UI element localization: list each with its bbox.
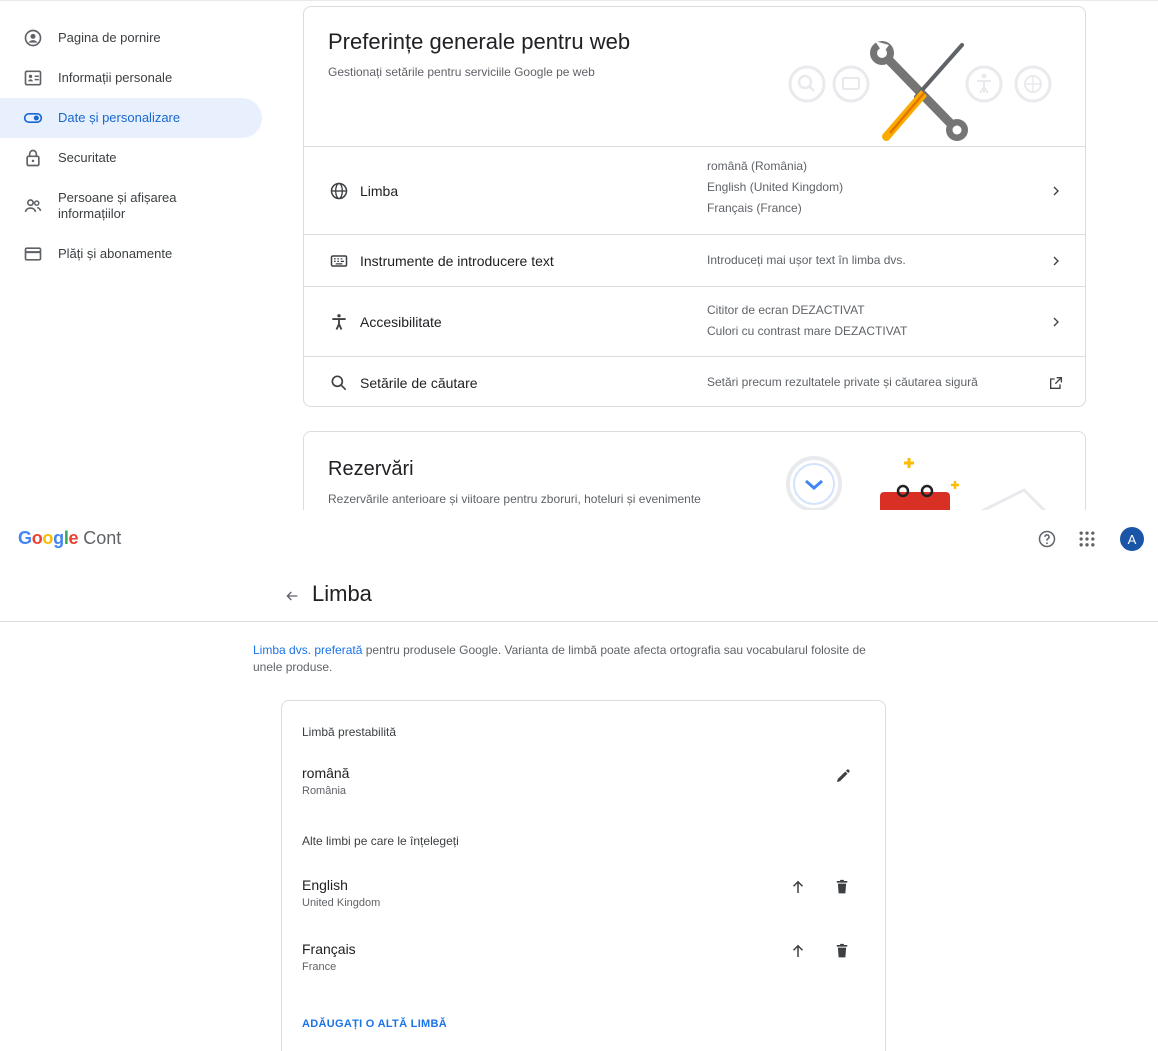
move-up-arrow-icon[interactable] xyxy=(787,876,809,898)
open-external-icon[interactable] xyxy=(1047,374,1065,392)
top-edge-line xyxy=(0,0,1158,1)
move-up-arrow-icon[interactable] xyxy=(787,940,809,962)
avatar[interactable]: A xyxy=(1120,527,1144,551)
intro-text: Limba dvs. preferată pentru produsele Go… xyxy=(253,642,873,676)
web-preferences-card: Preferințe generale pentru web Gestionaț… xyxy=(303,6,1086,407)
header-divider xyxy=(0,621,1158,622)
accessibility-row[interactable]: Accesibilitate Cititor de ecran DEZACTIV… xyxy=(304,286,1085,356)
default-language-heading: Limbă prestabilită xyxy=(302,725,397,739)
sidebar-item-label: Plăți și abonamente xyxy=(58,246,173,261)
language-card: Limbă prestabilită română România Alte l… xyxy=(281,700,886,1051)
tools-illustration xyxy=(788,41,1052,141)
credit-card-icon xyxy=(22,243,44,265)
other-languages-heading: Alte limbi pe care le înțelegeți xyxy=(302,834,459,848)
other-language-name: English xyxy=(302,877,348,893)
search-icon xyxy=(328,372,350,394)
sidebar-item-label: Pagina de pornire xyxy=(58,30,161,45)
sidebar-item-people-sharing[interactable]: Persoane și afișarea informațiilor xyxy=(0,178,262,234)
sidebar-item-data-personalization[interactable]: Date și personalizare xyxy=(0,98,262,138)
card-subtitle: Rezervările anterioare și viitoare pentr… xyxy=(328,492,701,506)
default-language-name: română xyxy=(302,765,350,781)
id-card-icon xyxy=(22,67,44,89)
language-value-3: Français (France) xyxy=(707,201,802,215)
preferred-language-link[interactable]: Limba dvs. preferată xyxy=(253,643,362,657)
reservations-card[interactable]: Rezervări Rezervările anterioare și viit… xyxy=(303,431,1086,510)
language-row[interactable]: Limba română (România) English (United K… xyxy=(304,146,1085,234)
delete-trash-icon[interactable] xyxy=(831,876,853,898)
add-language-button[interactable]: ADĂUGAȚI O ALTĂ LIMBĂ xyxy=(302,1018,447,1030)
home-icon xyxy=(22,27,44,49)
logo-letter: g xyxy=(53,528,64,548)
sidebar-item-label: Securitate xyxy=(58,150,117,165)
sidebar-item-security[interactable]: Securitate xyxy=(0,138,262,178)
language-value-1: română (România) xyxy=(707,159,808,173)
toggle-icon xyxy=(22,107,44,129)
row-value: română (România) English (United Kingdom… xyxy=(707,156,843,219)
high-contrast-value: Culori cu contrast mare DEZACTIVAT xyxy=(707,324,908,338)
reservations-illustration xyxy=(786,456,1047,510)
accessibility-icon xyxy=(328,311,350,333)
sidebar-item-label: Informații personale xyxy=(58,70,173,85)
row-value: Setări precum rezultatele private și cău… xyxy=(707,372,978,393)
sidebar-item-label: Date și personalizare xyxy=(58,110,181,125)
keyboard-icon xyxy=(328,250,350,272)
sidebar-nav: Pagina de pornire Informații personale D… xyxy=(0,18,262,274)
data-personalization-screen: Pagina de pornire Informații personale D… xyxy=(0,0,1158,510)
google-account-logo[interactable]: Google Cont xyxy=(18,528,121,549)
row-label: Setările de căutare xyxy=(360,374,478,391)
chevron-right-icon[interactable] xyxy=(1047,182,1065,200)
other-language-region: France xyxy=(302,961,337,973)
input-tools-value: Introduceți mai ușor text în limba dvs. xyxy=(707,253,906,267)
edit-pencil-icon[interactable] xyxy=(832,765,854,787)
card-subtitle: Gestionați setările pentru serviciile Go… xyxy=(328,65,595,79)
language-settings-screen: Google Cont A Limba Limba dvs. preferată… xyxy=(0,510,1158,1051)
search-settings-row[interactable]: Setările de căutare Setări precum rezult… xyxy=(304,356,1085,406)
row-value: Introduceți mai ușor text în limba dvs. xyxy=(707,250,906,271)
sidebar-item-home[interactable]: Pagina de pornire xyxy=(0,18,262,58)
help-icon[interactable] xyxy=(1035,527,1059,551)
default-language-region: România xyxy=(302,785,347,797)
sidebar-item-payments[interactable]: Plăți și abonamente xyxy=(0,234,262,274)
back-arrow-icon[interactable] xyxy=(284,588,302,606)
lock-icon xyxy=(22,147,44,169)
screen-reader-value: Cititor de ecran DEZACTIVAT xyxy=(707,303,865,317)
delete-trash-icon[interactable] xyxy=(831,940,853,962)
card-title: Rezervări xyxy=(328,458,414,480)
row-label: Instrumente de introducere text xyxy=(360,252,554,269)
app-header: Google Cont A xyxy=(0,510,1158,568)
sidebar-item-personal-info[interactable]: Informații personale xyxy=(0,58,262,98)
card-title: Preferințe generale pentru web xyxy=(328,29,631,54)
people-icon xyxy=(22,195,44,217)
page-title: Limba xyxy=(312,581,372,606)
search-settings-value: Setări precum rezultatele private și cău… xyxy=(707,375,978,389)
logo-letter: G xyxy=(18,528,32,548)
logo-letter: e xyxy=(68,528,79,548)
logo-letter: o xyxy=(42,528,54,548)
logo-letter: o xyxy=(31,528,43,548)
globe-icon xyxy=(328,180,350,202)
row-label: Limba xyxy=(360,182,399,199)
row-value: Cititor de ecran DEZACTIVAT Culori cu co… xyxy=(707,300,907,342)
input-tools-row[interactable]: Instrumente de introducere text Introduc… xyxy=(304,234,1085,286)
row-label: Accesibilitate xyxy=(360,313,442,330)
sidebar-item-label: Persoane și afișarea informațiilor xyxy=(58,190,177,221)
apps-grid-icon[interactable] xyxy=(1075,527,1099,551)
google-logo: Google xyxy=(18,528,79,549)
chevron-right-icon[interactable] xyxy=(1047,313,1065,331)
other-language-name: Français xyxy=(302,941,356,957)
chevron-right-icon[interactable] xyxy=(1047,252,1065,270)
language-value-2: English (United Kingdom) xyxy=(707,180,844,194)
product-name: Cont xyxy=(83,528,122,548)
other-language-region: United Kingdom xyxy=(302,897,381,909)
